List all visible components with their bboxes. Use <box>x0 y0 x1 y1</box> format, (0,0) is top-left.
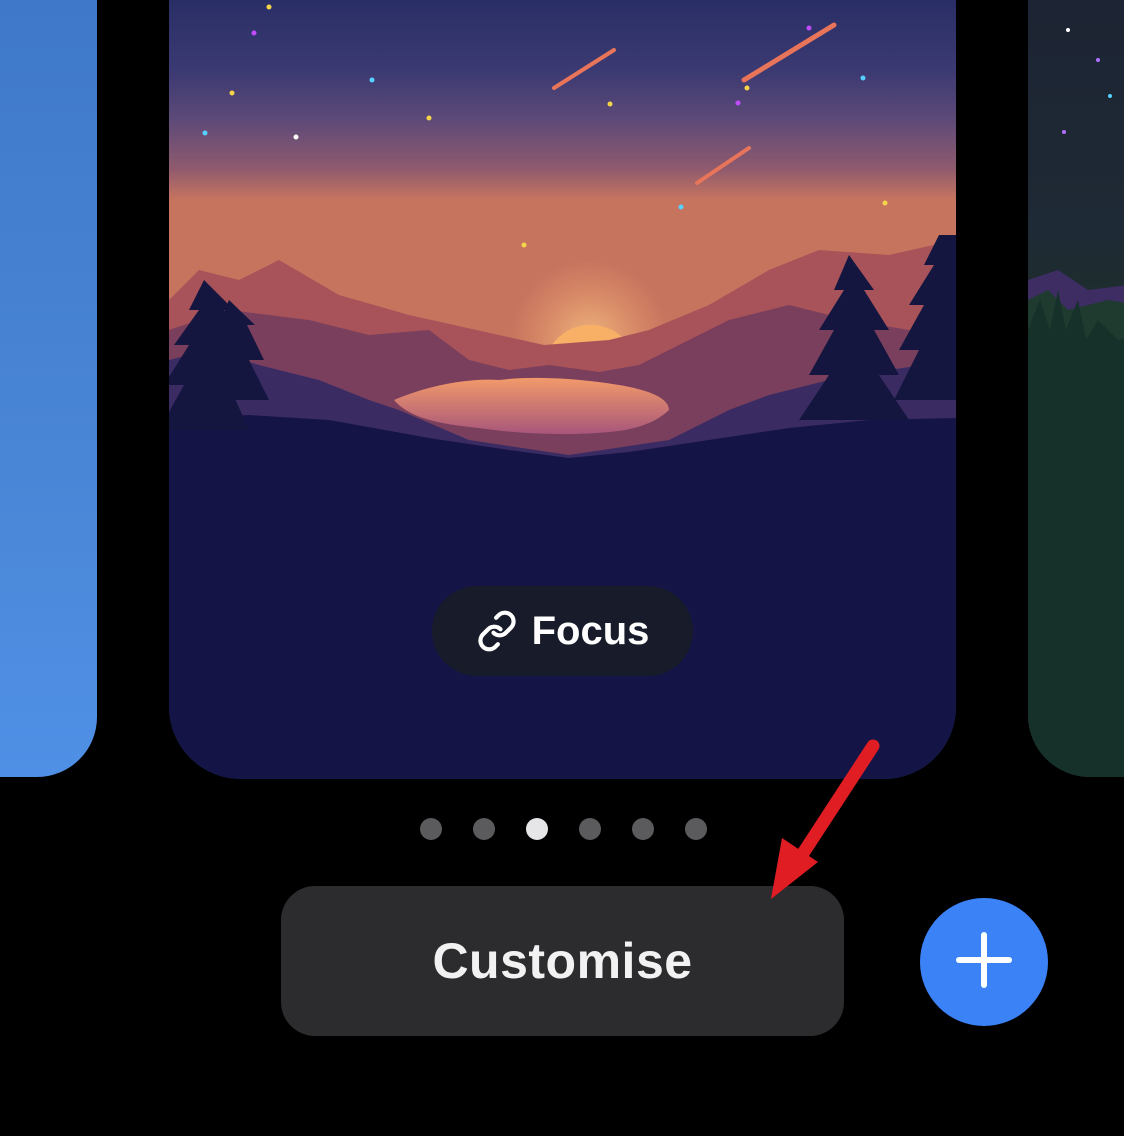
page-dot-3-active[interactable] <box>526 818 548 840</box>
page-dot-2[interactable] <box>473 818 495 840</box>
focus-link-button[interactable]: Focus <box>432 586 693 676</box>
page-indicator[interactable] <box>0 818 1124 842</box>
focus-label: Focus <box>531 608 650 653</box>
plus-icon <box>955 931 1013 994</box>
next-wallpaper-landscape <box>1028 28 1124 777</box>
page-dot-4[interactable] <box>579 818 601 840</box>
link-icon <box>476 610 518 652</box>
wallpaper-card-next[interactable] <box>1028 0 1124 777</box>
customise-label: Customise <box>432 933 693 989</box>
customise-button[interactable]: Customise <box>281 886 844 1036</box>
page-dot-6[interactable] <box>685 818 707 840</box>
page-dot-1[interactable] <box>420 818 442 840</box>
add-wallpaper-button[interactable] <box>920 898 1048 1026</box>
wallpaper-card-previous[interactable] <box>0 0 97 777</box>
page-dot-5[interactable] <box>632 818 654 840</box>
